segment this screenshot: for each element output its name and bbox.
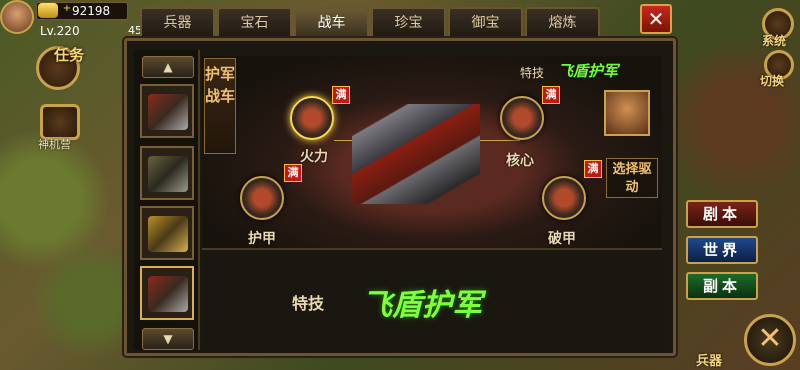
- max-badge: 满: [542, 86, 560, 104]
- tab-weapon[interactable]: 兵器: [140, 7, 215, 37]
- player-level: Lv.220: [40, 24, 80, 38]
- tab-chariot[interactable]: 战车: [294, 7, 369, 37]
- max-badge: 满: [284, 164, 302, 182]
- channel-script-button[interactable]: 剧本: [686, 200, 758, 228]
- firepower-label: 火力: [300, 149, 328, 165]
- armor-label: 护甲: [248, 231, 276, 247]
- max-badge: 满: [332, 86, 350, 104]
- task-label: 任务: [54, 46, 85, 64]
- chariot-slot-2[interactable]: [140, 146, 194, 200]
- close-button[interactable]: ✕: [640, 4, 672, 34]
- skill-label-small: 特技: [520, 66, 545, 80]
- channel-dungeon-button[interactable]: 副本: [686, 272, 758, 300]
- shenji-building-icon[interactable]: [40, 104, 80, 140]
- skill-name: 飞盾护军: [362, 288, 482, 323]
- chariot-slot-1[interactable]: [140, 84, 194, 138]
- menu-close-icon[interactable]: ✕: [744, 314, 796, 366]
- tab-treasure[interactable]: 珍宝: [371, 7, 446, 37]
- select-driver-button[interactable]: 选择驱动: [606, 158, 658, 198]
- war-chariot-model: [352, 104, 480, 204]
- chariot-thumbnail-icon: [148, 216, 188, 252]
- tab-gem[interactable]: 宝石: [217, 7, 292, 37]
- tab-royal-treasure[interactable]: 御宝: [448, 7, 523, 37]
- firepower-node[interactable]: [290, 96, 334, 140]
- tab-smelt[interactable]: 熔炼: [525, 7, 600, 37]
- armor-break-label: 破甲: [548, 231, 576, 247]
- system-label: 系统: [762, 34, 787, 48]
- add-gold-icon[interactable]: +: [62, 4, 72, 14]
- channel-world-button[interactable]: 世界: [686, 236, 758, 264]
- player-avatar[interactable]: [0, 0, 34, 34]
- shenji-label: 神机营: [38, 138, 71, 151]
- scroll-up-button[interactable]: ▲: [142, 56, 194, 78]
- max-badge: 满: [584, 160, 602, 178]
- core-label: 核心: [506, 153, 534, 169]
- chariot-slot-4[interactable]: [140, 266, 194, 320]
- tab-bar: 兵器 宝石 战车 珍宝 御宝 熔炼: [140, 7, 600, 37]
- armor-break-node[interactable]: [542, 176, 586, 220]
- chariot-thumbnail-icon: [148, 276, 188, 312]
- core-node[interactable]: [500, 96, 544, 140]
- skill-name-small: 飞盾护军: [558, 62, 619, 80]
- driver-portrait[interactable]: [604, 90, 650, 136]
- chariot-slot-3[interactable]: [140, 206, 194, 260]
- weapon-menu-label: 兵器: [696, 354, 723, 369]
- gold-value: 92198: [72, 4, 111, 18]
- chariot-thumbnail-icon: [148, 156, 188, 192]
- chariot-name-vertical: 护军战车: [204, 58, 236, 154]
- gold-ingot-icon: [38, 3, 58, 18]
- skill-label: 特技: [292, 294, 325, 313]
- switch-label: 切换: [760, 74, 785, 88]
- scroll-down-button[interactable]: ▼: [142, 328, 194, 350]
- chariot-thumbnail-icon: [148, 94, 188, 130]
- armor-node[interactable]: [240, 176, 284, 220]
